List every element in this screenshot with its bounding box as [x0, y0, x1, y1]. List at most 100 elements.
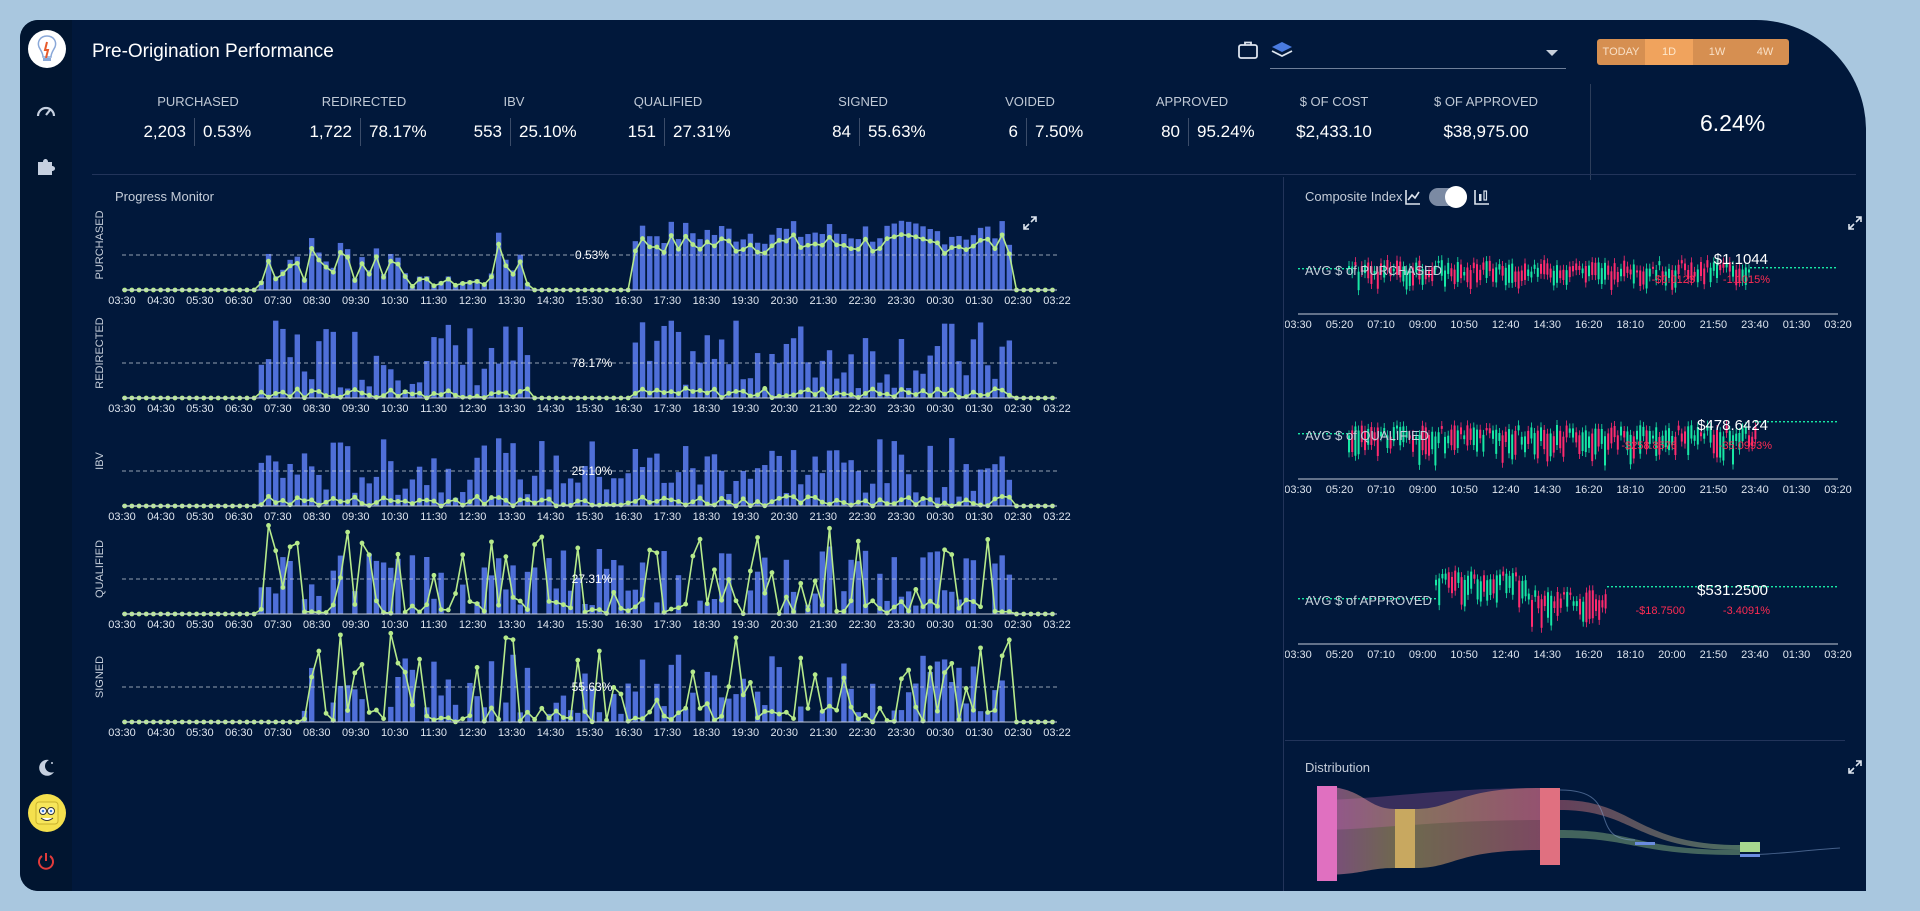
bar — [431, 598, 437, 614]
candle — [1563, 592, 1565, 595]
candle — [1450, 268, 1453, 277]
point — [863, 603, 868, 609]
x-tick: 09:00 — [1409, 484, 1437, 496]
point — [352, 670, 358, 676]
flat-candle — [1807, 586, 1809, 588]
point — [366, 552, 372, 558]
flat-candle — [1786, 267, 1788, 269]
x-tick: 18:10 — [1617, 319, 1645, 331]
point — [517, 259, 523, 265]
bar — [639, 225, 646, 290]
point — [294, 260, 300, 266]
point — [740, 388, 746, 394]
flat-candle — [1827, 586, 1829, 588]
composite-index-title: Composite Index — [1305, 189, 1403, 204]
bar — [754, 571, 761, 614]
candle — [1456, 262, 1459, 282]
point — [827, 394, 832, 400]
flat-candle — [1778, 267, 1780, 269]
x-tick: 03:30 — [108, 727, 136, 739]
divider — [1285, 740, 1845, 741]
line-chart-icon[interactable] — [1405, 189, 1421, 205]
point — [819, 602, 825, 608]
range-button-today[interactable]: TODAY — [1597, 39, 1645, 65]
x-tick: 12:30 — [459, 727, 487, 739]
point — [438, 392, 444, 398]
point — [978, 604, 983, 610]
point — [525, 281, 530, 287]
avatar[interactable] — [28, 794, 66, 832]
bar — [517, 327, 523, 398]
point — [395, 551, 401, 557]
bar — [985, 468, 991, 506]
point — [445, 715, 451, 721]
bar — [913, 605, 919, 614]
candle — [1441, 573, 1444, 579]
x-tick: 13:30 — [498, 511, 526, 523]
bar — [970, 235, 977, 290]
bar — [632, 589, 639, 614]
range-button-1w[interactable]: 1W — [1693, 39, 1741, 65]
sidebar-item-dashboard[interactable] — [26, 92, 66, 132]
range-button-1d[interactable]: 1D — [1645, 39, 1693, 65]
x-tick: 04:30 — [147, 619, 175, 631]
point — [359, 662, 365, 667]
point — [740, 496, 746, 502]
x-tick: 04:30 — [147, 727, 175, 739]
sidebar-item-plugins[interactable] — [26, 146, 66, 186]
point — [388, 610, 394, 616]
bar — [905, 221, 912, 290]
point — [805, 607, 811, 613]
point — [791, 494, 796, 500]
point — [992, 608, 998, 614]
kpi-divider — [1188, 118, 1189, 146]
logout-button[interactable] — [26, 841, 66, 881]
point — [280, 498, 286, 503]
bar — [913, 223, 919, 290]
account-select[interactable] — [1270, 36, 1566, 69]
point — [812, 392, 818, 397]
bar — [668, 320, 675, 398]
chart-type-toggle[interactable] — [1429, 186, 1467, 208]
point — [546, 496, 552, 502]
x-tick: 03:22 — [1043, 403, 1071, 415]
sidebar-item-theme[interactable] — [26, 748, 66, 788]
point — [733, 389, 739, 394]
flat-candle — [1822, 267, 1824, 269]
candlestick-chart-icon[interactable] — [1474, 189, 1490, 205]
expand-icon[interactable] — [1847, 215, 1863, 231]
bar — [812, 593, 818, 614]
expand-icon[interactable] — [1847, 759, 1863, 775]
point — [841, 242, 847, 248]
range-button-4w[interactable]: 4W — [1741, 39, 1789, 65]
x-tick: 17:30 — [654, 295, 682, 307]
point — [791, 609, 796, 615]
point — [273, 391, 279, 396]
flat-candle — [1799, 421, 1801, 423]
expand-icon[interactable] — [1022, 215, 1038, 231]
point — [489, 705, 494, 711]
point — [683, 233, 689, 239]
point — [273, 500, 279, 506]
bar — [517, 604, 523, 614]
point — [445, 607, 451, 613]
x-tick: 03:30 — [108, 511, 136, 523]
briefcase-icon[interactable] — [1238, 41, 1258, 59]
candle — [1534, 590, 1537, 597]
point — [956, 605, 962, 611]
point — [373, 500, 379, 505]
flat-candle — [1818, 267, 1820, 269]
bar — [726, 228, 732, 290]
speedometer-icon — [36, 106, 56, 117]
point — [697, 388, 703, 393]
logo[interactable] — [28, 30, 66, 68]
x-tick: 16:20 — [1575, 319, 1603, 331]
x-tick: 13:30 — [498, 727, 526, 739]
bar — [380, 365, 387, 398]
flat-candle — [1807, 421, 1809, 423]
x-tick: 14:30 — [537, 619, 565, 631]
point — [963, 247, 969, 253]
point — [503, 497, 509, 503]
point — [769, 243, 775, 249]
point — [359, 501, 365, 506]
